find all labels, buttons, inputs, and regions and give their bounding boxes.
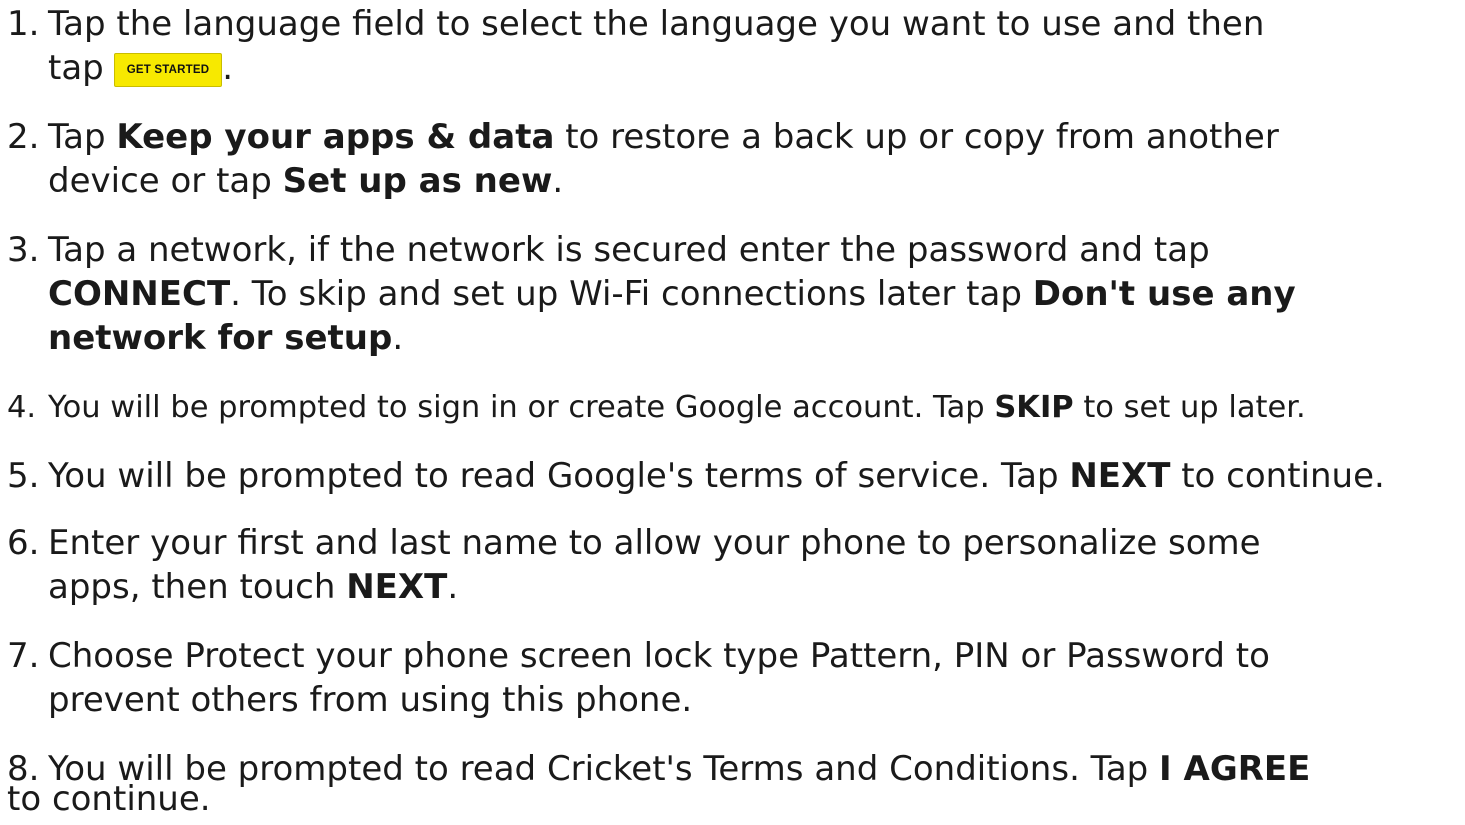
step-number: 1. <box>7 4 40 44</box>
step-text: . <box>392 318 404 358</box>
step-bold-text: SKIP <box>994 390 1074 425</box>
step-number: 2. <box>7 117 40 157</box>
step-text: You will be prompted to read Cricket's T… <box>48 749 1160 789</box>
step-text: Enter your first and last name to allow … <box>48 523 1261 563</box>
step-bold-text: NEXT <box>1069 456 1171 496</box>
step-text: . <box>222 48 234 88</box>
step-text: to continue. <box>7 779 211 819</box>
step-number: 4. <box>7 390 37 425</box>
step-bold-text: Keep your apps & data <box>116 117 555 157</box>
setup-instructions: 1. Tap the language field to select the … <box>0 0 1465 825</box>
step-text: apps, then touch <box>48 567 347 607</box>
step-bold-text: NEXT <box>346 567 448 607</box>
step-text: . To skip and set up Wi-Fi connections l… <box>230 274 1033 314</box>
step-bold-text: I AGREE <box>1159 749 1311 789</box>
step-bold-text: Set up as new <box>282 161 553 201</box>
step-text: Tap a network, if the network is secured… <box>48 230 1210 270</box>
step-text: You will be prompted to read Google's te… <box>48 456 1070 496</box>
step-text: prevent others from using this phone. <box>48 680 693 720</box>
step-text: . <box>552 161 564 201</box>
step-text: to continue. <box>1170 456 1385 496</box>
step-text: to restore a back up or copy from anothe… <box>554 117 1279 157</box>
step-bold-text: CONNECT <box>48 274 231 314</box>
step-number: 6. <box>7 523 40 563</box>
step-text: Tap <box>48 117 117 157</box>
get-started-button: GET STARTED <box>113 53 223 87</box>
step-number: 7. <box>7 636 40 676</box>
step-text: to set up later. <box>1073 390 1306 425</box>
step-number: 5. <box>7 456 40 496</box>
step-bold-text: Don't use any <box>1032 274 1296 314</box>
step-text: Choose Protect your phone screen lock ty… <box>48 636 1270 676</box>
step-text: Tap the language field to select the lan… <box>48 4 1265 44</box>
step-number: 3. <box>7 230 40 270</box>
step-text: . <box>447 567 459 607</box>
step-bold-text: network for setup <box>48 318 393 358</box>
step-text: device or tap <box>48 161 283 201</box>
step-text: You will be prompted to sign in or creat… <box>48 390 995 425</box>
step-text: tap <box>48 48 104 88</box>
